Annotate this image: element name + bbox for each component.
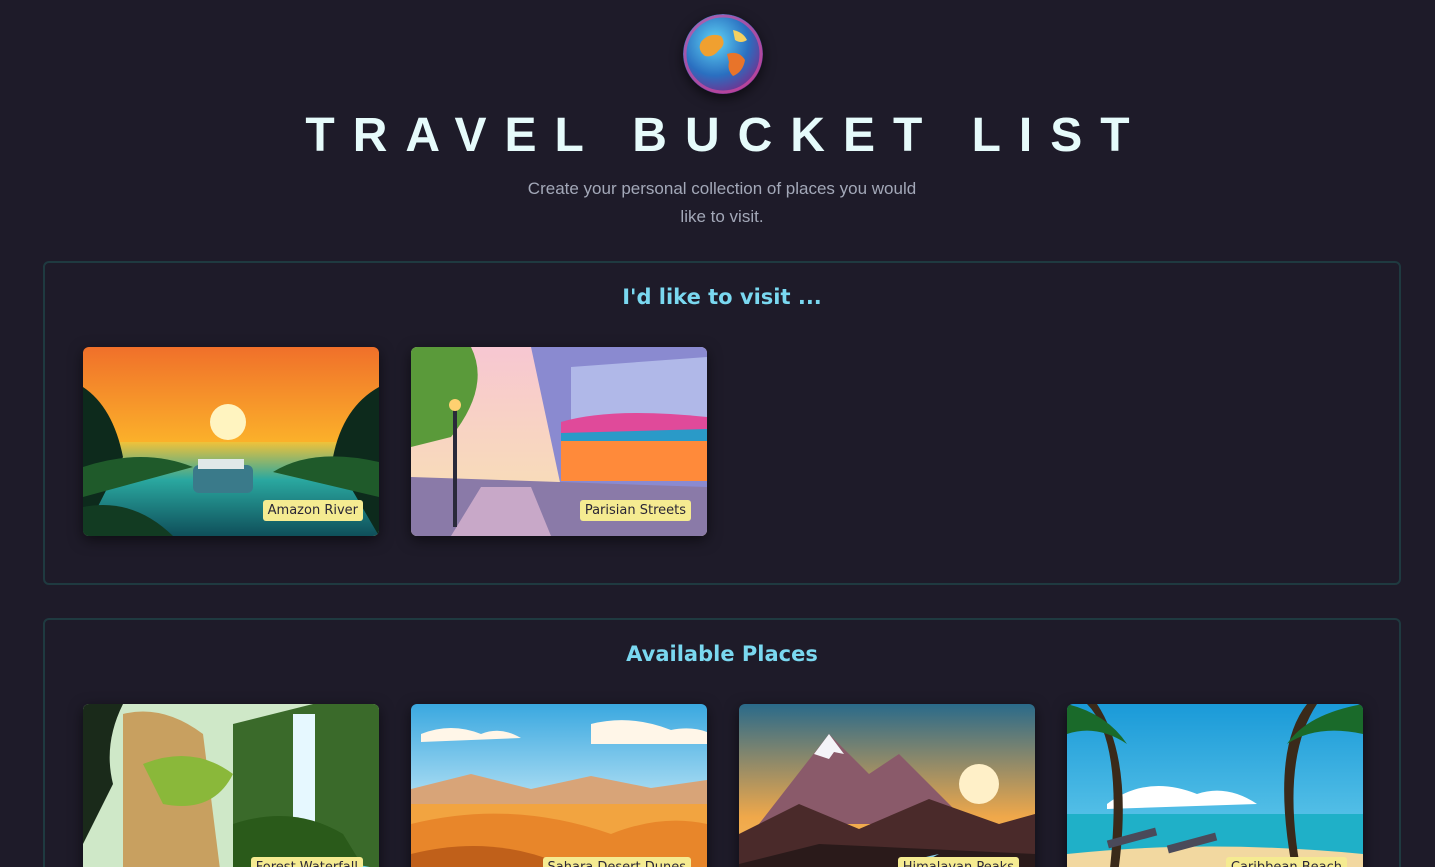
palm-beach-image	[1067, 704, 1363, 867]
desert-dunes-image	[411, 704, 707, 867]
forest-waterfall-image	[83, 704, 379, 867]
place-card-sahara-desert-dunes[interactable]: Sahara Desert Dunes	[411, 704, 707, 867]
globe-icon	[683, 14, 763, 94]
mountain-peaks-image	[739, 704, 1035, 867]
place-label: Amazon River	[262, 500, 363, 521]
available-section-heading: Available Places	[626, 642, 818, 666]
place-label: Forest Waterfall	[250, 857, 363, 867]
place-card-parisian-streets[interactable]: Parisian Streets	[411, 347, 707, 536]
visit-section-heading: I'd like to visit ...	[622, 285, 822, 309]
place-label: Caribbean Beach	[1225, 857, 1347, 867]
available-section: Available Places Forest Waterfall	[43, 618, 1401, 867]
place-label: Sahara Desert Dunes	[542, 857, 691, 867]
visit-section: I'd like to visit ... Amazon River Paris…	[43, 261, 1401, 585]
place-card-caribbean-beach[interactable]: Caribbean Beach	[1067, 704, 1363, 867]
place-card-himalayan-peaks[interactable]: Himalayan Peaks	[739, 704, 1035, 867]
place-card-amazon-river[interactable]: Amazon River	[83, 347, 379, 536]
place-label: Himalayan Peaks	[897, 857, 1019, 867]
page-subtitle: Create your personal collection of place…	[527, 179, 917, 226]
place-label: Parisian Streets	[579, 500, 691, 521]
page-title: TRAVEL BUCKET LIST	[305, 109, 1148, 162]
place-card-forest-waterfall[interactable]: Forest Waterfall	[83, 704, 379, 867]
